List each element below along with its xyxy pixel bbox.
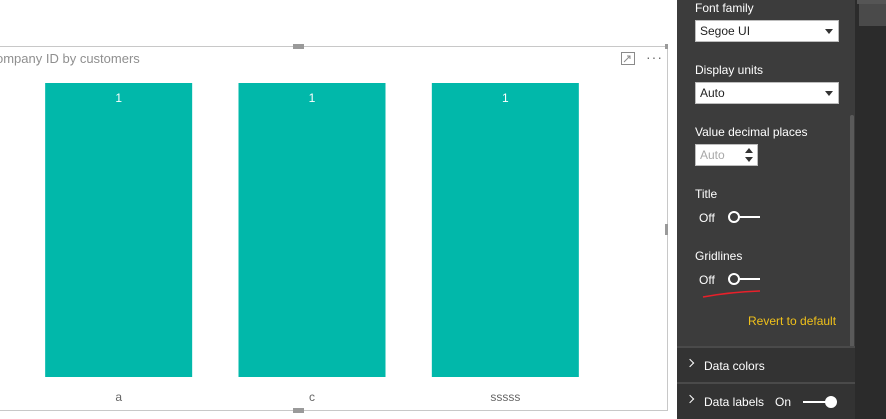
gridlines-toggle-state: Off xyxy=(699,273,715,287)
toggle-knob xyxy=(728,273,740,285)
title-toggle-state: Off xyxy=(699,211,715,225)
chevron-right-icon xyxy=(685,358,695,368)
section-data-labels[interactable]: Data labels On xyxy=(677,384,855,419)
data-labels-toggle-state: On xyxy=(775,395,792,409)
data-labels-toggle[interactable] xyxy=(803,396,837,408)
data-label: 1 xyxy=(115,91,122,105)
x-axis-tick-label: c xyxy=(309,390,315,404)
pane-scroll-track xyxy=(855,0,886,419)
toggle-knob xyxy=(728,211,740,223)
chevron-down-icon xyxy=(825,29,833,34)
title-label: Title xyxy=(695,187,718,201)
pane-separator xyxy=(668,0,677,419)
bar-sssss[interactable] xyxy=(431,83,579,377)
data-label: 1 xyxy=(502,91,509,105)
visual-border-top xyxy=(0,46,668,47)
bar-c[interactable] xyxy=(238,83,386,377)
x-axis-tick-label: a xyxy=(115,390,122,404)
resize-handle-top[interactable] xyxy=(293,44,304,49)
decimal-places-label: Value decimal places xyxy=(695,125,808,139)
x-axis-tick-label: sssss xyxy=(490,390,520,404)
bar-a[interactable] xyxy=(45,83,193,377)
display-units-value: Auto xyxy=(700,86,725,100)
revert-to-default-link[interactable]: Revert to default xyxy=(748,314,836,328)
chevron-right-icon xyxy=(685,394,695,404)
font-family-label: Font family xyxy=(695,1,754,15)
section-title: Data colors xyxy=(704,359,765,373)
decimal-places-value: Auto xyxy=(700,148,725,162)
toggle-knob xyxy=(825,396,837,408)
font-family-value: Segoe UI xyxy=(700,24,751,38)
pane-scroll-block xyxy=(859,4,886,26)
gridlines-toggle[interactable] xyxy=(728,273,762,285)
section-title: Data labels xyxy=(704,395,765,409)
bar-chart: 1 a 1 c 1 sssss xyxy=(45,83,579,404)
visual-border-bottom xyxy=(0,410,668,411)
data-label: 1 xyxy=(309,91,316,105)
spin-down-icon[interactable] xyxy=(745,157,753,162)
section-data-colors[interactable]: Data colors xyxy=(677,348,855,383)
decimal-places-spinner[interactable]: Auto xyxy=(695,144,758,166)
spin-up-icon[interactable] xyxy=(745,148,753,153)
chevron-down-icon xyxy=(825,91,833,96)
gridlines-label: Gridlines xyxy=(695,249,743,263)
title-toggle[interactable] xyxy=(728,211,762,223)
display-units-select[interactable]: Auto xyxy=(695,82,839,104)
red-underline-annotation xyxy=(702,290,761,298)
display-units-label: Display units xyxy=(695,63,764,77)
report-canvas: ompany ID by customers ··· 1 a 1 c 1 sssss xyxy=(0,0,670,419)
font-family-select[interactable]: Segoe UI xyxy=(695,20,839,42)
